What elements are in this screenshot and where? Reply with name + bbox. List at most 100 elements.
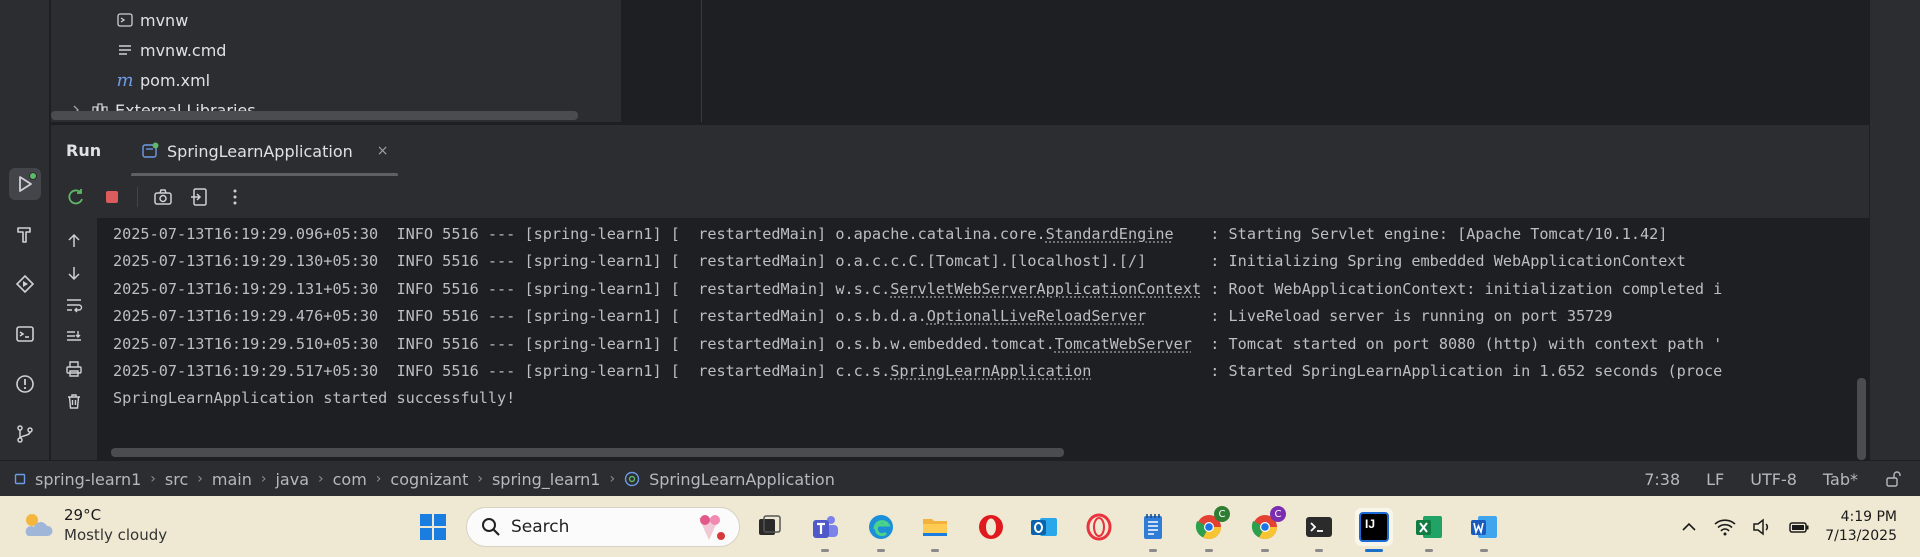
console-vertical-scrollbar[interactable] (1857, 378, 1866, 460)
breadcrumb-item[interactable]: src (165, 470, 188, 489)
terminal-app-button[interactable] (1300, 508, 1338, 552)
tree-item-label: pom.xml (140, 70, 211, 90)
breadcrumb-item[interactable]: cognizant (390, 470, 468, 489)
run-tool-button[interactable] (9, 168, 41, 200)
search-placeholder: Search (511, 517, 570, 537)
run-tab-label: SpringLearnApplication (167, 141, 353, 161)
task-view-icon (759, 515, 781, 535)
log-class-link[interactable]: SpringLearnApplication (890, 362, 1091, 380)
breadcrumb-item[interactable]: main (212, 470, 252, 489)
taskbar-search[interactable]: Search (466, 507, 740, 547)
git-tool-button[interactable] (9, 418, 41, 450)
chevron-right-icon: › (609, 471, 616, 487)
task-view-button[interactable] (750, 508, 788, 546)
teams-app-button[interactable] (806, 508, 844, 552)
log-class-link[interactable]: OptionalLiveReloadServer (927, 307, 1146, 325)
weather-widget[interactable]: 29°C Mostly cloudy (20, 505, 167, 545)
tree-item-label: mvnw (140, 10, 189, 30)
log-line: 2025-07-13T16:19:29.476+05:30 INFO 5516 … (113, 305, 1613, 327)
profile-badge: C (1270, 506, 1286, 522)
chevron-up-icon[interactable] (1680, 518, 1698, 536)
services-tool-button[interactable] (9, 268, 41, 300)
line-separator[interactable]: LF (1706, 470, 1724, 489)
services-icon (15, 274, 35, 294)
log-class-link[interactable]: StandardEngine (1046, 225, 1174, 243)
file-explorer-app-button[interactable] (916, 508, 954, 552)
chrome-profile-1-app-button[interactable]: C (1190, 506, 1230, 552)
chevron-right-icon: › (150, 471, 156, 487)
tree-item-external-libraries[interactable]: External Libraries (67, 95, 256, 125)
application-run-icon (142, 142, 159, 158)
scroll-to-end-icon (67, 331, 81, 341)
log-text: : Started SpringLearnApplication in 1.65… (1091, 362, 1723, 380)
status-right-group: 7:38 LF UTF-8 Tab* (1644, 461, 1902, 497)
intellij-app-button[interactable]: IJ (1355, 508, 1393, 552)
breadcrumb-item[interactable]: spring-learn1 (35, 470, 141, 489)
close-icon[interactable]: × (377, 143, 389, 159)
editor-area[interactable] (622, 0, 1869, 122)
excel-icon (1416, 516, 1442, 538)
terminal-icon (1306, 517, 1332, 537)
log-class-link[interactable]: ServletWebServerApplicationContext (890, 280, 1201, 298)
terminal-tool-button[interactable] (9, 318, 41, 350)
running-indicator-icon (29, 172, 37, 180)
breadcrumb-item[interactable]: SpringLearnApplication (649, 470, 835, 489)
battery-icon[interactable] (1788, 518, 1810, 536)
excel-app-button[interactable] (1410, 508, 1448, 552)
stop-button[interactable] (101, 186, 123, 208)
log-class-link[interactable]: TomcatWebServer (1055, 335, 1192, 353)
log-text: 2025-07-13T16:19:29.096+05:30 INFO 5516 … (113, 225, 1046, 243)
clock-time: 4:19 PM (1840, 509, 1897, 525)
file-encoding[interactable]: UTF-8 (1750, 470, 1797, 489)
edge-app-button[interactable] (862, 508, 900, 552)
scroll-to-end-button[interactable] (63, 326, 85, 348)
opera-icon (979, 515, 1003, 539)
chevron-right-icon: › (197, 471, 203, 487)
breadcrumb-item[interactable]: java (275, 470, 309, 489)
soft-wrap-button[interactable] (63, 294, 85, 316)
breadcrumb-item[interactable]: spring_learn1 (492, 470, 601, 489)
breadcrumb-item[interactable]: com (333, 470, 367, 489)
editor-gutter-line (701, 0, 702, 122)
weather-temperature: 29°C (64, 506, 102, 524)
opera-app-button[interactable] (972, 508, 1010, 546)
log-text: 2025-07-13T16:19:29.131+05:30 INFO 5516 … (113, 280, 891, 298)
clear-console-button[interactable] (63, 390, 85, 412)
more-options-button[interactable] (224, 186, 246, 208)
tree-item-mvnw[interactable]: mvnw (116, 5, 188, 35)
tree-item-mvnw-cmd[interactable]: mvnw.cmd (116, 35, 226, 65)
screenshot-button[interactable] (152, 186, 174, 208)
running-indicator-icon (1261, 549, 1269, 552)
chevron-right-icon: › (260, 471, 267, 487)
start-button[interactable] (414, 508, 452, 546)
scroll-up-button[interactable] (63, 230, 85, 252)
trash-icon (68, 394, 80, 409)
export-button[interactable] (188, 186, 210, 208)
outlook-app-button[interactable] (1025, 508, 1063, 546)
tree-horizontal-scrollbar[interactable] (51, 111, 578, 120)
speaker-icon[interactable] (1752, 517, 1772, 536)
word-app-button[interactable] (1465, 508, 1503, 552)
cursor-position[interactable]: 7:38 (1644, 470, 1680, 489)
unlock-icon[interactable] (1884, 470, 1902, 488)
console-output[interactable]: 2025-07-13T16:19:29.096+05:30 INFO 5516 … (97, 218, 1869, 460)
run-tab-springlearnapplication[interactable]: SpringLearnApplication × (131, 125, 399, 177)
wifi-icon[interactable] (1714, 518, 1736, 536)
scroll-down-button[interactable] (63, 262, 85, 284)
notepad-app-button[interactable] (1134, 508, 1172, 552)
spring-class-icon (624, 471, 640, 487)
console-horizontal-scrollbar[interactable] (111, 448, 1064, 457)
indent-setting[interactable]: Tab* (1823, 470, 1858, 489)
outlook-icon (1031, 518, 1057, 536)
problems-tool-button[interactable] (9, 368, 41, 400)
taskbar-clock[interactable]: 4:19 PM 7/13/2025 (1825, 508, 1897, 546)
rerun-button[interactable] (65, 186, 87, 208)
chrome-profile-2-app-button[interactable]: C (1246, 506, 1286, 552)
print-button[interactable] (63, 358, 85, 380)
log-text: : LiveReload server is running on port 3… (1146, 307, 1613, 325)
opera-gx-app-button[interactable] (1080, 508, 1118, 546)
tree-item-pom-xml[interactable]: m pom.xml (116, 65, 210, 95)
build-tool-button[interactable] (9, 218, 41, 250)
log-text: 2025-07-13T16:19:29.517+05:30 INFO 5516 … (113, 362, 891, 380)
log-line: 2025-07-13T16:19:29.096+05:30 INFO 5516 … (113, 223, 1667, 245)
